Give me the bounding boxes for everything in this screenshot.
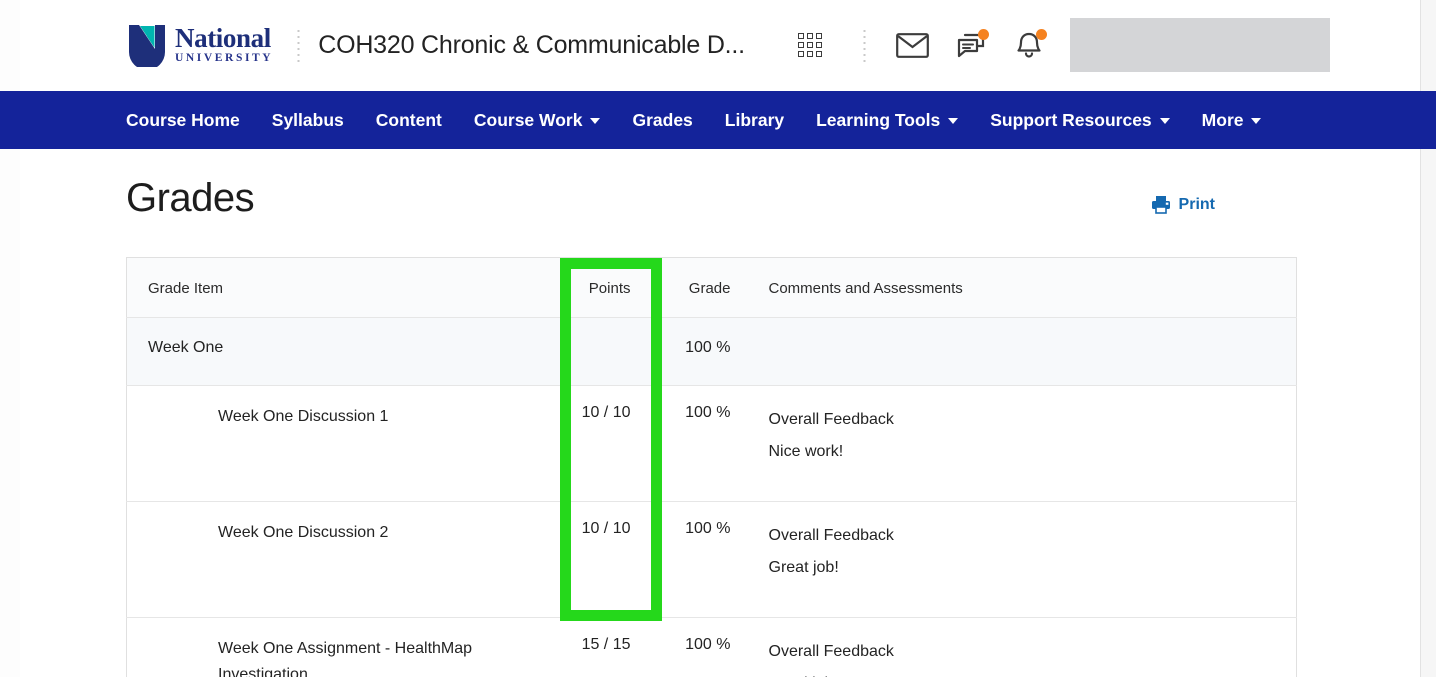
chat-unread-badge xyxy=(977,29,989,40)
chevron-down-icon xyxy=(590,118,601,124)
logo-subtitle: UNIVERSITY xyxy=(175,52,274,65)
apps-grid-icon[interactable] xyxy=(781,23,839,67)
nav-label: Support Resources xyxy=(990,109,1152,130)
national-university-logo[interactable]: National UNIVERSITY xyxy=(126,23,273,67)
feedback-text: Nice work! xyxy=(768,443,844,460)
nav-label: Learning Tools xyxy=(816,109,941,130)
table-row-category: Week One 100 % xyxy=(126,317,1297,386)
notification-bell-icon[interactable] xyxy=(1000,23,1058,67)
chevron-down-icon xyxy=(1251,118,1262,124)
course-navbar: Course Home Syllabus Content Course Work… xyxy=(0,91,1436,149)
nav-label: Grades xyxy=(632,109,693,130)
chevron-down-icon xyxy=(948,118,959,124)
printer-icon xyxy=(1151,196,1170,214)
nav-label: Content xyxy=(375,109,442,130)
logo-title: National xyxy=(175,23,271,54)
cell-comments xyxy=(746,317,1297,386)
grades-table-body: Week One 100 % Week One Discussion 1 10 … xyxy=(126,317,1297,677)
table-row: Week One Discussion 2 10 / 10 100 % Over… xyxy=(126,501,1297,618)
grades-table-head: Grade Item Points Grade Comments and Ass… xyxy=(126,257,1297,318)
nav-item-library[interactable]: Library xyxy=(709,110,800,131)
chat-icon[interactable] xyxy=(942,23,1000,67)
apps-grid-glyph xyxy=(797,33,822,57)
nav-item-syllabus[interactable]: Syllabus xyxy=(256,110,360,131)
nav-item-grades[interactable]: Grades xyxy=(616,110,708,131)
page-header-row: Grades Print xyxy=(20,149,1420,221)
print-button[interactable]: Print xyxy=(1151,195,1215,214)
cell-points: 10 / 10 xyxy=(526,501,647,618)
grades-table-wrap: Grade Item Points Grade Comments and Ass… xyxy=(20,257,1420,677)
nav-label: Library xyxy=(724,109,785,130)
nav-label: More xyxy=(1201,109,1244,130)
chevron-down-icon xyxy=(1159,118,1170,124)
header-divider xyxy=(297,28,301,62)
main-content: Grades Print Grade Item Points Grade Com… xyxy=(20,149,1420,677)
grades-table: Grade Item Points Grade Comments and Ass… xyxy=(126,257,1297,677)
cell-points: 15 / 15 xyxy=(526,617,647,677)
feedback-text: Great job! xyxy=(768,559,839,576)
nav-item-content[interactable]: Content xyxy=(360,110,458,131)
column-header-grade[interactable]: Grade xyxy=(646,257,747,318)
nav-item-learning-tools[interactable]: Learning Tools xyxy=(800,110,974,131)
feedback-title: Overall Feedback xyxy=(768,643,894,660)
nav-label: Syllabus xyxy=(271,109,344,130)
table-row: Week One Discussion 1 10 / 10 100 % Over… xyxy=(126,385,1297,502)
browser-viewport: National UNIVERSITY COH320 Chronic & Com… xyxy=(0,0,1436,677)
header-icon-divider xyxy=(862,28,866,62)
cell-comments: Overall Feedback Good job. xyxy=(746,617,1297,677)
cell-grade: 100 % xyxy=(646,317,747,386)
cell-grade-item: Week One xyxy=(126,317,527,386)
nav-item-more[interactable]: More xyxy=(1186,110,1278,131)
cell-grade-item: Week One Assignment - HealthMap Investig… xyxy=(126,617,527,677)
cell-comments: Overall Feedback Nice work! xyxy=(746,385,1297,502)
nav-item-course-work[interactable]: Course Work xyxy=(458,110,617,131)
feedback-title: Overall Feedback xyxy=(768,527,894,544)
envelope-glyph xyxy=(896,32,930,58)
column-header-comments[interactable]: Comments and Assessments xyxy=(746,257,1297,318)
cell-points xyxy=(526,317,647,386)
cell-points: 10 / 10 xyxy=(526,385,647,502)
email-icon[interactable] xyxy=(884,23,942,67)
site-header: National UNIVERSITY COH320 Chronic & Com… xyxy=(20,0,1420,90)
column-header-points[interactable]: Points xyxy=(526,257,647,318)
column-header-grade-item[interactable]: Grade Item xyxy=(126,257,527,318)
notification-unread-badge xyxy=(1035,29,1047,40)
nav-item-support-resources[interactable]: Support Resources xyxy=(974,110,1185,131)
print-label: Print xyxy=(1178,195,1215,213)
table-header-row: Grade Item Points Grade Comments and Ass… xyxy=(126,257,1297,318)
feedback-title: Overall Feedback xyxy=(768,411,894,428)
cell-comments: Overall Feedback Great job! xyxy=(746,501,1297,618)
cell-grade: 100 % xyxy=(646,501,747,618)
cell-grade: 100 % xyxy=(646,385,747,502)
nav-item-course-home[interactable]: Course Home xyxy=(110,110,256,131)
header-icon-group xyxy=(781,23,1058,67)
cell-grade-item: Week One Discussion 1 xyxy=(126,385,527,502)
cell-grade-item: Week One Discussion 2 xyxy=(126,501,527,618)
nav-label: Course Work xyxy=(473,109,583,130)
page-frame: National UNIVERSITY COH320 Chronic & Com… xyxy=(0,0,1436,677)
feedback-text: Good job. xyxy=(769,668,1281,677)
nu-logo-icon xyxy=(129,25,165,67)
course-title[interactable]: COH320 Chronic & Communicable D... xyxy=(318,31,745,60)
nav-label: Course Home xyxy=(126,109,240,130)
user-profile-placeholder[interactable] xyxy=(1069,18,1330,72)
table-row: Week One Assignment - HealthMap Investig… xyxy=(126,617,1297,677)
cell-grade: 100 % xyxy=(646,617,747,677)
page-title: Grades xyxy=(126,176,255,220)
logo-wordmark: National UNIVERSITY xyxy=(175,25,273,65)
